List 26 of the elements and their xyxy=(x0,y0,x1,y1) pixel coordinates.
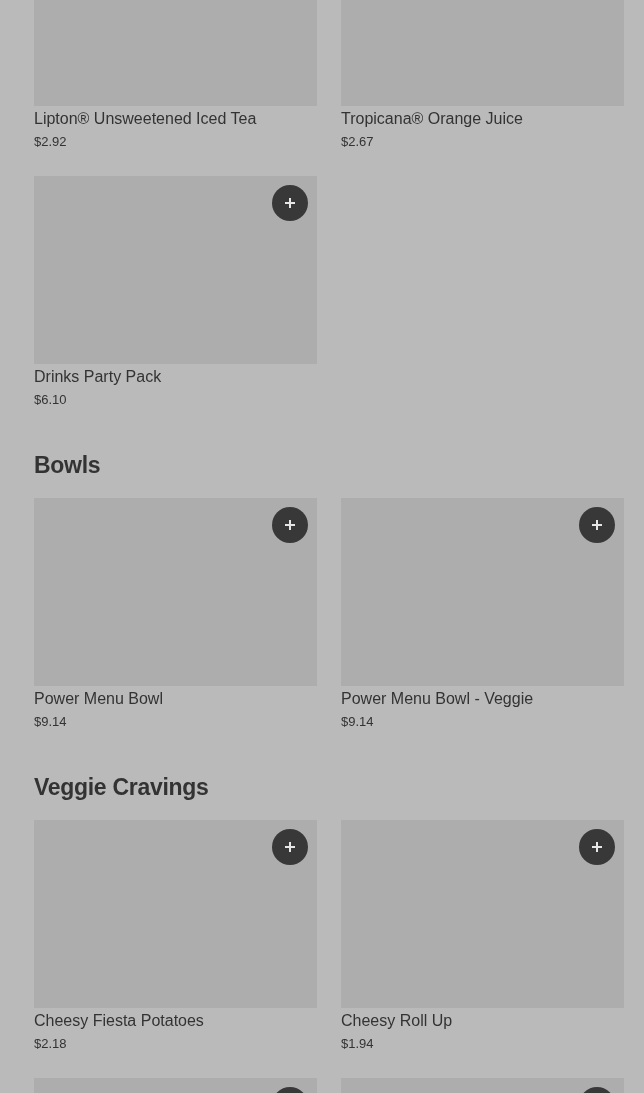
item-price: $6.10 xyxy=(34,391,68,409)
add-button[interactable] xyxy=(272,829,308,865)
section-heading: Veggie Cravings xyxy=(34,773,210,802)
item-name[interactable]: Drinks Party Pack xyxy=(34,366,317,388)
item-price: $9.14 xyxy=(34,713,68,731)
add-button[interactable] xyxy=(579,507,615,543)
plus-icon xyxy=(284,197,296,209)
add-button[interactable] xyxy=(272,507,308,543)
item-price: $2.92 xyxy=(34,133,68,151)
item-name[interactable]: Cheesy Roll Up xyxy=(341,1010,624,1032)
item-price: $2.18 xyxy=(34,1035,68,1053)
add-button[interactable] xyxy=(579,829,615,865)
item-name[interactable]: Power Menu Bowl xyxy=(34,688,317,710)
item-price: $1.94 xyxy=(341,1035,375,1053)
plus-icon xyxy=(591,519,603,531)
item-name[interactable]: Lipton® Unsweetened Iced Tea xyxy=(34,108,317,130)
add-button[interactable] xyxy=(272,185,308,221)
item-name[interactable]: Power Menu Bowl - Veggie xyxy=(341,688,624,710)
section-heading: Bowls xyxy=(34,451,102,480)
item-name[interactable]: Tropicana® Orange Juice xyxy=(341,108,624,130)
plus-icon xyxy=(591,841,603,853)
item-price: $2.67 xyxy=(341,133,375,151)
plus-icon xyxy=(284,519,296,531)
item-name[interactable]: Cheesy Fiesta Potatoes xyxy=(34,1010,317,1032)
item-price: $9.14 xyxy=(341,713,375,731)
plus-icon xyxy=(284,841,296,853)
